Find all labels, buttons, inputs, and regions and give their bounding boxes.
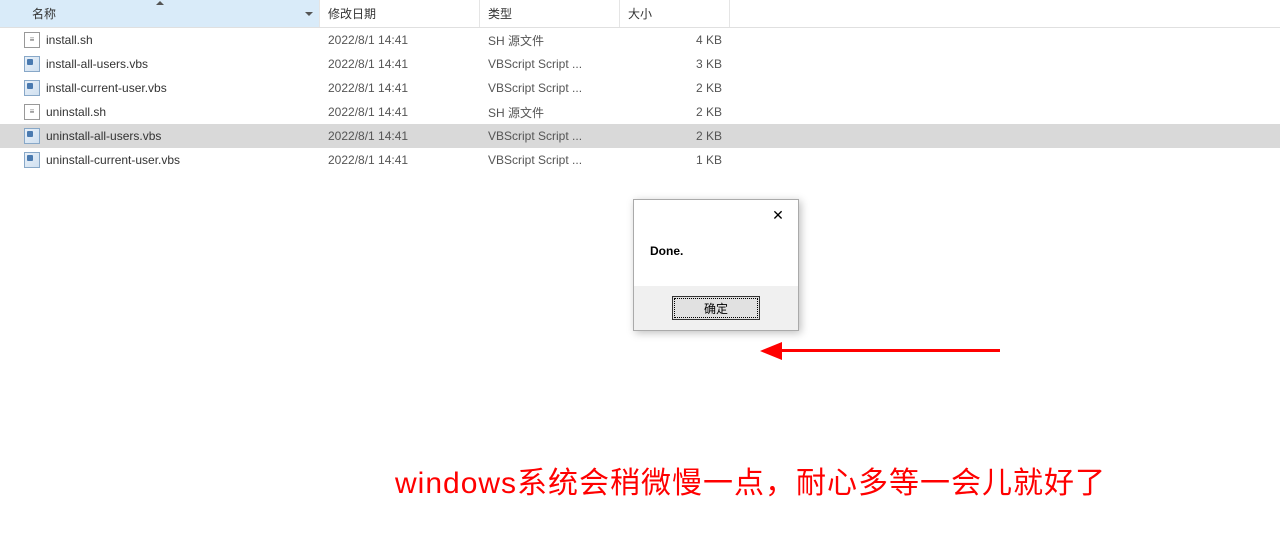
message-dialog: ✕ Done. 确定 xyxy=(633,199,799,331)
file-date-cell: 2022/8/1 14:41 xyxy=(320,33,480,47)
column-header-date-label: 修改日期 xyxy=(328,5,376,22)
file-row[interactable]: install-all-users.vbs 2022/8/1 14:41VBScr… xyxy=(0,52,1280,76)
dialog-footer: 确定 xyxy=(634,286,798,330)
column-header-name[interactable]: 名称 xyxy=(0,0,320,27)
column-header-name-label: 名称 xyxy=(32,5,56,22)
vbs-file-icon xyxy=(24,128,40,144)
file-name-label: install-all-users.vbs xyxy=(46,57,148,71)
sort-ascending-icon xyxy=(156,1,164,5)
close-icon: ✕ xyxy=(772,207,784,224)
vbs-file-icon xyxy=(24,56,40,72)
column-header-row: 名称 修改日期 类型 大小 xyxy=(0,0,1280,28)
annotation-arrow xyxy=(760,345,1000,357)
file-size-cell: 2 KB xyxy=(620,81,730,95)
file-date-cell: 2022/8/1 14:41 xyxy=(320,105,480,119)
file-row[interactable]: ≡ install.sh 2022/8/1 14:41SH 源文件4 KB xyxy=(0,28,1280,52)
column-header-type[interactable]: 类型 xyxy=(480,0,620,27)
file-type-cell: SH 源文件 xyxy=(480,104,620,121)
file-name-label: uninstall-all-users.vbs xyxy=(46,129,161,143)
file-date-cell: 2022/8/1 14:41 xyxy=(320,57,480,71)
file-type-cell: SH 源文件 xyxy=(480,32,620,49)
column-header-date[interactable]: 修改日期 xyxy=(320,0,480,27)
file-type-cell: VBScript Script ... xyxy=(480,81,620,95)
file-size-cell: 1 KB xyxy=(620,153,730,167)
column-header-size-label: 大小 xyxy=(628,5,652,22)
file-row[interactable]: uninstall-current-user.vbs 2022/8/1 14:41… xyxy=(0,148,1280,172)
file-type-cell: VBScript Script ... xyxy=(480,129,620,143)
ok-button[interactable]: 确定 xyxy=(672,296,760,320)
file-explorer: 名称 修改日期 类型 大小 ≡install.sh2022/8/1 14:41S… xyxy=(0,0,1280,172)
dialog-titlebar[interactable]: ✕ xyxy=(634,200,798,230)
sh-file-icon: ≡ xyxy=(24,32,40,48)
file-name-cell: ≡ uninstall.sh xyxy=(0,104,320,120)
file-name-label: uninstall-current-user.vbs xyxy=(46,153,180,167)
file-row[interactable]: ≡ uninstall.sh 2022/8/1 14:41SH 源文件2 KB xyxy=(0,100,1280,124)
column-header-type-label: 类型 xyxy=(488,5,512,22)
file-name-cell: ≡ install.sh xyxy=(0,32,320,48)
column-header-size[interactable]: 大小 xyxy=(620,0,730,27)
file-name-label: install.sh xyxy=(46,33,93,47)
file-size-cell: 2 KB xyxy=(620,129,730,143)
file-size-cell: 3 KB xyxy=(620,57,730,71)
file-name-cell: uninstall-all-users.vbs xyxy=(0,128,320,144)
file-row[interactable]: uninstall-all-users.vbs 2022/8/1 14:41VBS… xyxy=(0,124,1280,148)
file-name-cell: install-all-users.vbs xyxy=(0,56,320,72)
file-type-cell: VBScript Script ... xyxy=(480,153,620,167)
file-date-cell: 2022/8/1 14:41 xyxy=(320,129,480,143)
file-type-cell: VBScript Script ... xyxy=(480,57,620,71)
sh-file-icon: ≡ xyxy=(24,104,40,120)
close-button[interactable]: ✕ xyxy=(758,201,798,229)
file-size-cell: 4 KB xyxy=(620,33,730,47)
file-row[interactable]: install-current-user.vbs 2022/8/1 14:41VB… xyxy=(0,76,1280,100)
dialog-message: Done. xyxy=(634,230,798,286)
file-date-cell: 2022/8/1 14:41 xyxy=(320,153,480,167)
file-name-label: uninstall.sh xyxy=(46,105,106,119)
file-name-cell: install-current-user.vbs xyxy=(0,80,320,96)
file-list: ≡install.sh2022/8/1 14:41SH 源文件4 KBinsta… xyxy=(0,28,1280,172)
file-size-cell: 2 KB xyxy=(620,105,730,119)
arrow-line-icon xyxy=(780,349,1000,352)
chevron-down-icon[interactable] xyxy=(305,12,313,16)
file-name-cell: uninstall-current-user.vbs xyxy=(0,152,320,168)
annotation-caption: windows系统会稍微慢一点，耐心多等一会儿就好了 xyxy=(395,458,1106,502)
arrow-head-icon xyxy=(760,342,782,360)
vbs-file-icon xyxy=(24,80,40,96)
vbs-file-icon xyxy=(24,152,40,168)
file-date-cell: 2022/8/1 14:41 xyxy=(320,81,480,95)
file-name-label: install-current-user.vbs xyxy=(46,81,167,95)
